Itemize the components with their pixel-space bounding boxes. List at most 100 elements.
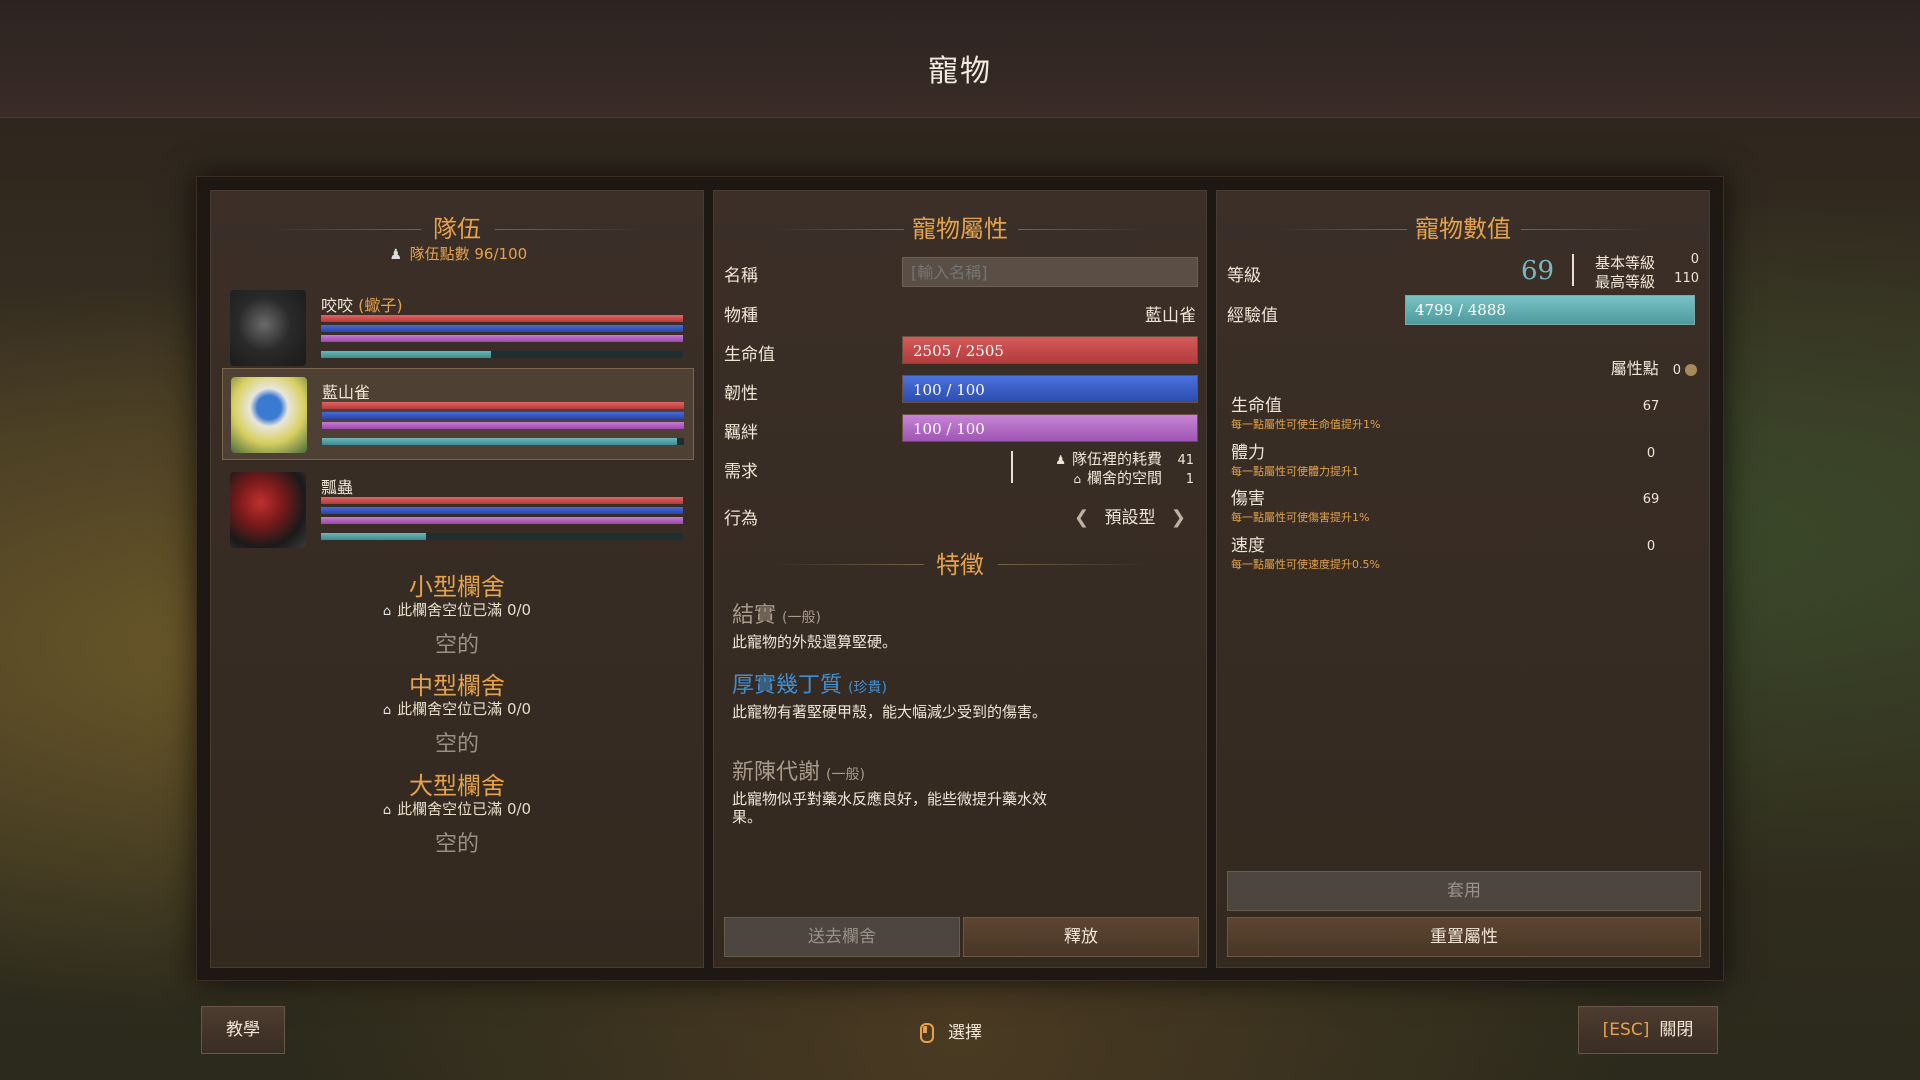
- small-pen-empty[interactable]: 空的: [211, 627, 703, 659]
- pet-name: 藍山雀: [322, 383, 371, 402]
- trait-item: 結實 (一般) 此寵物的外殼還算堅硬。: [732, 597, 1062, 651]
- stat-attribute-desc: 每一點屬性可使傷害提升1%: [1231, 511, 1370, 524]
- behavior-selector: ❮ 預設型 ❯: [1064, 503, 1196, 528]
- attribute-points: 屬性點 0: [1611, 355, 1697, 379]
- pet-name: 咬咬 (蠍子): [321, 296, 403, 315]
- team-points-value: 96/100: [474, 245, 528, 263]
- stat-attribute-name: 生命值: [1231, 396, 1282, 416]
- small-pen-status: ⌂ 此欄舍空位已滿 0/0: [382, 601, 532, 619]
- bond-value: 100 / 100: [913, 420, 985, 438]
- large-pen-title: 大型欄舍: [409, 772, 505, 800]
- behavior-next-arrow-icon[interactable]: ❯: [1171, 507, 1186, 528]
- pet-toughness-bar: [321, 325, 683, 332]
- stat-attribute-desc: 每一點屬性可使速度提升0.5%: [1231, 558, 1380, 571]
- send-to-pen-button[interactable]: 送去欄舍: [724, 917, 960, 957]
- stat-attribute-value: 69: [1642, 492, 1660, 507]
- pet-bond-bar: [321, 335, 683, 342]
- house-icon: ⌂: [1073, 472, 1081, 486]
- req-pen-space: ⌂ 欄舍的空間 1: [1073, 469, 1194, 487]
- pet-hp-bar: [321, 315, 683, 322]
- stat-attribute-row[interactable]: 體力每一點屬性可使體力提升1 0: [1231, 438, 1671, 479]
- pet-xp-bar: [321, 351, 683, 358]
- stat-attribute-value: 0: [1646, 539, 1656, 554]
- traits-title: 特徵: [936, 551, 984, 579]
- level-value: 69: [1521, 256, 1555, 286]
- pet-bond-bar: [322, 422, 684, 429]
- behavior-prev-arrow-icon[interactable]: ❮: [1074, 507, 1089, 528]
- group-icon: ♟: [389, 247, 403, 263]
- house-icon: ⌂: [382, 604, 392, 619]
- team-points-label: 隊伍點數: [409, 245, 470, 263]
- pet-stats-panel: 寵物數值 等級 69 基本等級 0 最高等級 110 經驗值 4799 / 4888…: [1216, 190, 1710, 968]
- apply-button[interactable]: 套用: [1227, 871, 1701, 911]
- pet-hp-bar: [321, 497, 683, 504]
- hp-label: 生命值: [724, 345, 775, 365]
- large-pen-status: ⌂ 此欄舍空位已滿 0/0: [382, 800, 532, 818]
- trait-rarity: (一般): [782, 610, 821, 626]
- esc-key-hint: [ESC]: [1602, 1020, 1650, 1040]
- attributes-title: 寵物屬性: [912, 215, 1008, 243]
- hp-bar: 2505 / 2505: [902, 336, 1198, 364]
- base-level: 基本等級 0: [1595, 252, 1699, 272]
- level-divider: [1572, 254, 1574, 286]
- requirement-label: 需求: [724, 462, 758, 482]
- large-pen-empty[interactable]: 空的: [211, 826, 703, 858]
- stat-attribute-desc: 每一點屬性可使生命值提升1%: [1231, 418, 1381, 431]
- pet-toughness-bar: [321, 507, 683, 514]
- stat-attribute-row[interactable]: 速度每一點屬性可使速度提升0.5% 0: [1231, 531, 1671, 572]
- team-panel: 隊伍 ♟ 隊伍點數 96/100 咬咬 (蠍子) 藍山雀 瓢蟲 小型欄舍 ⌂ 此欄舍…: [210, 190, 704, 968]
- stat-attribute-name: 傷害: [1231, 489, 1265, 509]
- stats-title: 寵物數值: [1415, 215, 1511, 243]
- coin-icon: [1685, 363, 1697, 376]
- pet-name: 瓢蟲: [321, 478, 354, 497]
- pet-attributes-panel: 寵物屬性 名稱 物種 藍山雀 生命值 2505 / 2505 韌性 100 / …: [713, 190, 1207, 968]
- release-button[interactable]: 釋放: [963, 917, 1199, 957]
- page-title: 寵物: [928, 54, 992, 89]
- reset-attributes-button[interactable]: 重置屬性: [1227, 917, 1701, 957]
- stat-attribute-value: 0: [1646, 446, 1656, 461]
- tutorial-button[interactable]: 教學: [201, 1006, 285, 1054]
- pet-list-item[interactable]: 藍山雀: [222, 368, 694, 460]
- stat-attribute-row[interactable]: 生命值每一點屬性可使生命值提升1% 67: [1231, 391, 1671, 432]
- toughness-bar: 100 / 100: [902, 375, 1198, 403]
- stat-attribute-row[interactable]: 傷害每一點屬性可使傷害提升1% 69: [1231, 484, 1671, 525]
- level-label: 等級: [1227, 266, 1261, 286]
- trait-name: 結實: [732, 603, 777, 628]
- small-pen-title: 小型欄舍: [409, 573, 505, 601]
- team-points: ♟ 隊伍點數 96/100: [211, 243, 703, 264]
- trait-rarity: (珍貴): [848, 680, 887, 696]
- trait-name: 厚實幾丁質: [732, 673, 843, 698]
- team-title: 隊伍: [433, 215, 481, 243]
- bond-bar: 100 / 100: [902, 414, 1198, 442]
- trait-description: 此寵物似乎對藥水反應良好，能些微提升藥水效果。: [732, 790, 1048, 826]
- stat-attribute-desc: 每一點屬性可使體力提升1: [1231, 465, 1359, 478]
- stat-attribute-value: 67: [1642, 399, 1660, 414]
- trait-name: 新陳代謝: [732, 760, 821, 785]
- toughness-label: 韌性: [724, 384, 758, 404]
- xp-bar: 4799 / 4888: [1405, 295, 1695, 325]
- medium-pen-title: 中型欄舍: [409, 672, 505, 700]
- pet-name-input[interactable]: [902, 257, 1198, 287]
- house-icon: ⌂: [382, 703, 392, 718]
- pet-toughness-bar: [322, 412, 684, 419]
- pet-list-item[interactable]: 瓢蟲: [222, 464, 694, 556]
- xp-label: 經驗值: [1227, 306, 1278, 326]
- requirement-divider: [1011, 451, 1013, 483]
- pet-portrait: [230, 290, 306, 366]
- pet-xp-bar: [321, 533, 683, 540]
- trait-item: 新陳代謝 (一般) 此寵物似乎對藥水反應良好，能些微提升藥水效果。: [732, 754, 1062, 826]
- trait-rarity: (一般): [826, 767, 865, 783]
- max-level: 最高等級 110: [1595, 271, 1699, 291]
- pet-portrait: [230, 472, 306, 548]
- xp-value: 4799 / 4888: [1415, 301, 1506, 319]
- house-icon: ⌂: [382, 803, 392, 818]
- medium-pen-status: ⌂ 此欄舍空位已滿 0/0: [382, 700, 532, 718]
- stat-attribute-name: 速度: [1231, 536, 1265, 556]
- stat-attribute-name: 體力: [1231, 443, 1265, 463]
- close-button[interactable]: [ESC] 關閉: [1578, 1006, 1718, 1054]
- medium-pen-empty[interactable]: 空的: [211, 726, 703, 758]
- pet-list-item[interactable]: 咬咬 (蠍子): [222, 282, 694, 374]
- behavior-label: 行為: [724, 509, 758, 529]
- pet-bond-bar: [321, 517, 683, 524]
- pet-hp-bar: [322, 402, 684, 409]
